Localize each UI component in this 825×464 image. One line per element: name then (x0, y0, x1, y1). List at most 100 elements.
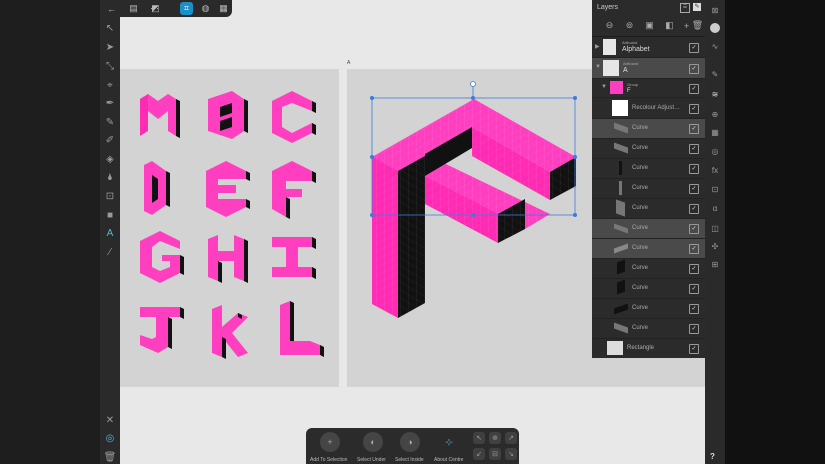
layers-edit-icon[interactable]: ✎ (693, 3, 701, 11)
snapping-icon[interactable]: ⌗ (180, 2, 193, 15)
visibility-checkbox[interactable]: ✓ (689, 284, 699, 294)
document-icon[interactable]: ▤ (127, 2, 140, 15)
visibility-checkbox[interactable]: ✓ (689, 224, 699, 234)
about-centre-icon[interactable]: ⊹ (439, 432, 459, 452)
move-tool-icon[interactable]: ↖ (104, 22, 116, 34)
artistic-text-icon[interactable]: A (104, 227, 116, 239)
align-bottom-right-icon[interactable]: ↘ (505, 448, 517, 460)
constraints-icon[interactable]: ✣ (709, 240, 721, 252)
fill-tool-icon[interactable]: ◈ (104, 153, 116, 165)
curve-thumbnail (616, 199, 625, 217)
layer-row-alphabet[interactable]: ▶ Artboard Alphabet ✓ (592, 37, 705, 58)
collapse-icon[interactable]: ▼ (601, 84, 607, 90)
align-bottom-icon[interactable]: ⊟ (489, 448, 501, 460)
visibility-checkbox[interactable]: ✓ (689, 84, 699, 94)
layer-name: Curve (632, 205, 649, 211)
layer-name: A (623, 67, 628, 74)
layer-row-a[interactable]: ▼ Artboard A ✓ (592, 58, 705, 79)
collapse-icon[interactable]: ▼ (595, 64, 601, 70)
add-to-selection-icon[interactable]: + (320, 432, 340, 452)
curve-thumbnail (614, 243, 628, 254)
select-under-icon[interactable]: ◐ (363, 432, 383, 452)
layer-name: Curve (632, 245, 649, 251)
layer-row-curve[interactable]: Curve ✓ (592, 259, 705, 279)
history-panel-icon[interactable]: ◫ (709, 222, 721, 234)
back-icon[interactable]: ← (105, 2, 118, 15)
export-persona-icon[interactable]: ⊠ (709, 4, 721, 16)
layer-row-curve[interactable]: Curve ✓ (592, 179, 705, 199)
export-icon[interactable]: ▦ (217, 2, 230, 15)
visibility-checkbox[interactable]: ✓ (689, 344, 699, 354)
layer-row-curve[interactable]: Curve ✓ (592, 239, 705, 259)
visibility-checkbox[interactable]: ✓ (689, 264, 699, 274)
layer-fx-icon[interactable]: ⊚ (623, 19, 636, 32)
fx-icon[interactable]: fx (709, 164, 721, 176)
swatches-grid-icon[interactable]: ▦ (709, 126, 721, 138)
more-icon[interactable]: ⋯ (148, 2, 161, 15)
visibility-checkbox[interactable]: ✓ (689, 184, 699, 194)
layer-row-curve[interactable]: Curve ✓ (592, 319, 705, 339)
layer-row-recolour[interactable]: Recolour Adjust… ✓ (592, 98, 705, 119)
close-icon[interactable]: ✕ (104, 414, 116, 426)
text-style-icon[interactable]: α (709, 202, 721, 214)
layer-row-curve[interactable]: Curve ✓ (592, 299, 705, 319)
effects-icon[interactable]: ⊕ (709, 108, 721, 120)
layers-menu-icon[interactable]: ☰ (680, 3, 690, 13)
visibility-checkbox[interactable]: ✓ (689, 324, 699, 334)
color-swatch-icon[interactable] (709, 22, 721, 34)
visibility-checkbox[interactable]: ✓ (689, 244, 699, 254)
visibility-checkbox[interactable]: ✓ (689, 43, 699, 53)
align-top-left-icon[interactable]: ↖ (473, 432, 485, 444)
group-icon[interactable]: ◧ (663, 19, 676, 32)
visibility-checkbox[interactable]: ✓ (689, 124, 699, 134)
layers-icon[interactable]: ≋ (709, 88, 721, 100)
point-transform-icon[interactable]: ⌖ (104, 79, 116, 91)
node-tool-icon[interactable]: ➤ (104, 41, 116, 53)
vector-brush-icon[interactable]: ✐ (104, 134, 116, 146)
visibility-checkbox[interactable]: ✓ (689, 304, 699, 314)
navigator-icon[interactable]: ◎ (709, 145, 721, 157)
align-bottom-left-icon[interactable]: ↙ (473, 448, 485, 460)
expand-icon[interactable]: ▶ (595, 43, 600, 50)
about-centre-label[interactable]: About Centre (434, 457, 463, 463)
history-icon[interactable]: ◎ (104, 432, 116, 444)
visibility-checkbox[interactable]: ✓ (689, 204, 699, 214)
select-under-label[interactable]: Select Under (357, 457, 386, 463)
pen-tool-icon[interactable]: ✒ (104, 97, 116, 109)
layer-name: F (627, 88, 631, 94)
mask-icon[interactable]: ▣ (643, 19, 656, 32)
visibility-checkbox[interactable]: ✓ (689, 164, 699, 174)
visibility-checkbox[interactable]: ✓ (689, 144, 699, 154)
transparency-tool-icon[interactable]: 🌢 (104, 171, 116, 183)
visibility-checkbox[interactable]: ✓ (689, 104, 699, 114)
help-button[interactable]: ? (710, 452, 715, 461)
select-inside-label[interactable]: Select Inside (395, 457, 424, 463)
layer-row-curve[interactable]: Curve ✓ (592, 219, 705, 239)
brush-icon[interactable]: ✎ (709, 68, 721, 80)
crop-tool-icon[interactable]: ⊡ (104, 190, 116, 202)
transform-icon[interactable]: ⊡ (709, 183, 721, 195)
blend-mode-icon[interactable]: ⊖ (603, 19, 616, 32)
pencil-tool-icon[interactable]: ✎ (104, 116, 116, 128)
layer-name: Curve (632, 145, 649, 151)
layer-row-curve[interactable]: Curve ✓ (592, 199, 705, 219)
delete-layer-icon[interactable]: 🗑 (691, 19, 704, 32)
layer-row-curve[interactable]: Curve ✓ (592, 139, 705, 159)
layer-row-curve[interactable]: Curve ✓ (592, 279, 705, 299)
align-centre-icon[interactable]: ⊕ (489, 432, 501, 444)
color-picker-icon[interactable]: ⁄ (104, 246, 116, 258)
symbols-icon[interactable]: ⊞ (709, 258, 721, 270)
trash-icon[interactable]: 🗑 (104, 451, 117, 463)
corner-tool-icon[interactable]: ⤡ (104, 60, 116, 72)
layer-row-curve[interactable]: Curve ✓ (592, 159, 705, 179)
align-top-right-icon[interactable]: ↗ (505, 432, 517, 444)
stroke-icon[interactable]: ∿ (709, 40, 721, 52)
rectangle-tool-icon[interactable]: ■ (104, 209, 116, 221)
select-inside-icon[interactable]: ◑ (400, 432, 420, 452)
layer-row-curve[interactable]: Curve ✓ (592, 119, 705, 139)
visibility-checkbox[interactable]: ✓ (689, 64, 699, 74)
layer-row-rectangle[interactable]: Rectangle ✓ (592, 339, 705, 358)
layer-row-group-f[interactable]: ▼ Group F ✓ (592, 79, 705, 98)
add-to-selection-label[interactable]: Add To Selection (310, 457, 347, 463)
globe-icon[interactable]: ◍ (199, 2, 212, 15)
